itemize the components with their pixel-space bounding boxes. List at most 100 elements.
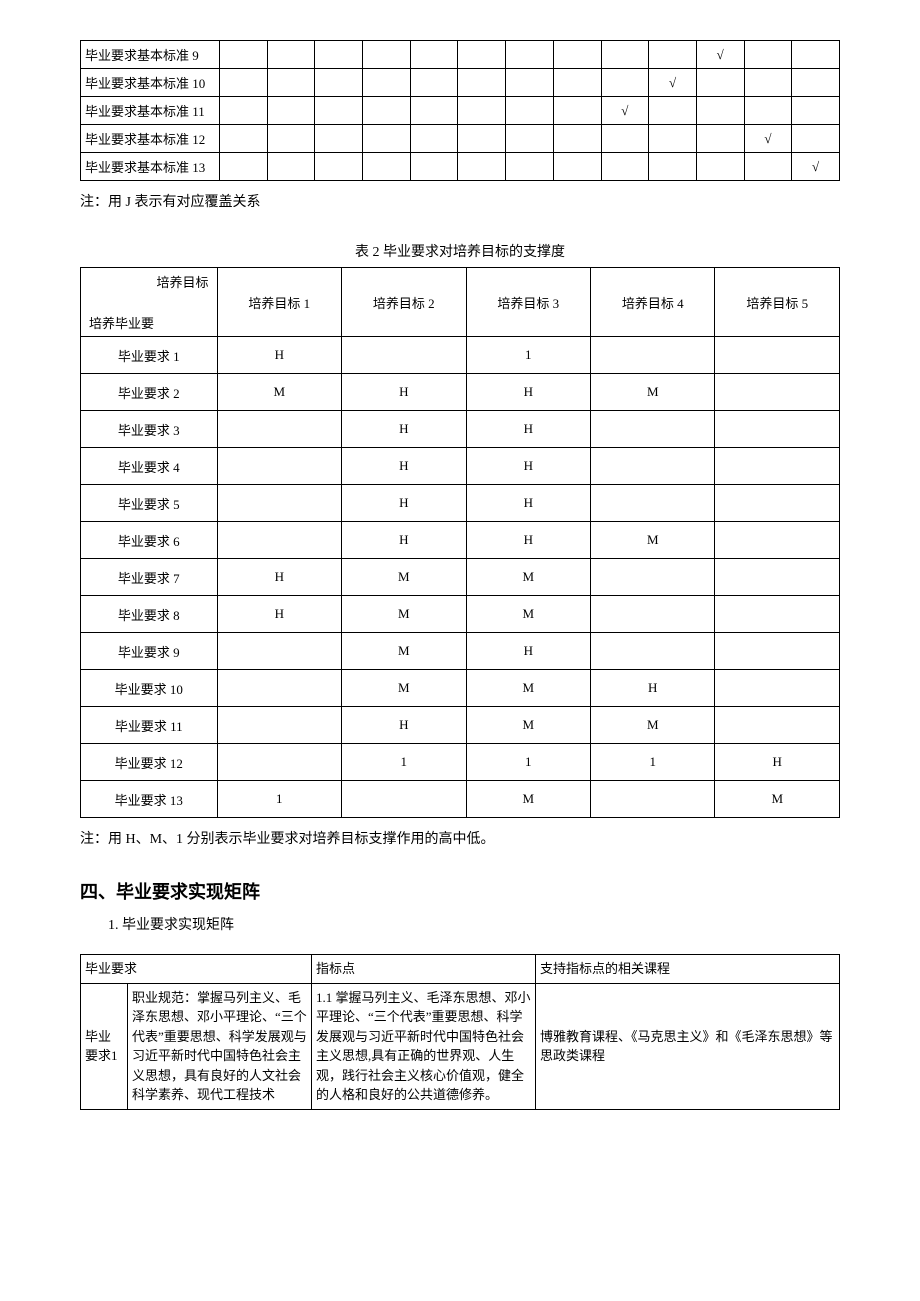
table2-cell: 1 [466,337,590,374]
table2-row-label: 毕业要求 9 [81,633,218,670]
table3-row-label: 毕业要求1 [81,983,128,1109]
table2-cell [591,485,715,522]
table1-cell [267,153,315,181]
table2-cell: H [217,596,341,633]
table1-cell [792,69,840,97]
table3-row-indicator: 1.1 掌握马列主义、毛泽东思想、邓小平理论、“三个代表”重要思想、科学发展观与… [312,983,536,1109]
table3-header: 毕业要求 [81,955,312,984]
table1-cell [744,69,792,97]
table2-cell [591,411,715,448]
table1-cell [410,125,458,153]
table3-row-desc: 职业规范：掌握马列主义、毛泽东思想、邓小平理论、“三个代表”重要思想、科学发展观… [128,983,312,1109]
table2-row-label: 毕业要求 1 [81,337,218,374]
table2-cell: M [466,559,590,596]
table2-cell: 1 [217,781,341,818]
table1-cell [506,97,554,125]
table2-cell [217,707,341,744]
table2-cell [217,411,341,448]
table2-row-label: 毕业要求 11 [81,707,218,744]
table1-cell [220,41,268,69]
support-degree-table: 培养目标 培养毕业要 培养目标 1 培养目标 2 培养目标 3 培养目标 4 培… [80,267,840,818]
table1-cell [410,69,458,97]
table1-cell: √ [744,125,792,153]
table1-cell [458,125,506,153]
table2-cell: M [591,374,715,411]
table2-cell: H [217,559,341,596]
table1-cell [792,125,840,153]
table1-cell [315,97,363,125]
table2-cell [715,559,840,596]
table2-cell: M [342,596,466,633]
note-coverage: 注：用 J 表示有对应覆盖关系 [80,191,840,211]
table1-cell: √ [649,69,697,97]
table2-header: 培养目标 2 [342,268,466,337]
table1-cell [649,97,697,125]
table1-row-label: 毕业要求基本标准 13 [81,153,220,181]
table1-cell [696,125,744,153]
table2-cell: H [466,633,590,670]
table2-cell [715,337,840,374]
table2-cell [591,596,715,633]
table2-cell [591,337,715,374]
table2-cell: H [342,411,466,448]
table1-cell [601,41,649,69]
table2-cell [715,633,840,670]
table2-cell [217,522,341,559]
table2-cell [715,485,840,522]
table2-cell: M [466,707,590,744]
table2-cell: H [715,744,840,781]
table2-header: 培养目标 4 [591,268,715,337]
table3-header: 指标点 [312,955,536,984]
table1-cell [506,41,554,69]
table2-row-label: 毕业要求 5 [81,485,218,522]
table1-cell [315,69,363,97]
table2-cell: M [466,670,590,707]
table1-cell [649,125,697,153]
table1-cell [267,125,315,153]
table2-row-label: 毕业要求 8 [81,596,218,633]
table1-cell [363,41,411,69]
table1-cell [649,41,697,69]
table2-cell: M [466,781,590,818]
table1-row-label: 毕业要求基本标准 10 [81,69,220,97]
table1-cell [744,41,792,69]
table1-cell [553,69,601,97]
table2-cell [715,448,840,485]
table1-cell [458,41,506,69]
note-support: 注：用 H、M、1 分别表示毕业要求对培养目标支撑作用的高中低。 [80,828,840,848]
table2-cell: H [466,522,590,559]
table1-cell: √ [792,153,840,181]
table2-cell [217,670,341,707]
table2-cell: H [466,374,590,411]
table2-cell: M [217,374,341,411]
section-4-heading: 四、毕业要求实现矩阵 [80,878,840,904]
table2-cell [217,448,341,485]
table2-row-label: 毕业要求 13 [81,781,218,818]
table1-cell [410,97,458,125]
table1-cell [315,125,363,153]
table1-row-label: 毕业要求基本标准 9 [81,41,220,69]
table1-cell [696,153,744,181]
realization-matrix-table: 毕业要求 指标点 支持指标点的相关课程 毕业要求1 职业规范：掌握马列主义、毛泽… [80,954,840,1110]
table2-cell: H [217,337,341,374]
table2-cell [715,596,840,633]
table1-cell [553,153,601,181]
table2-cell: H [466,448,590,485]
table2-cell: 1 [591,744,715,781]
table1-cell [601,125,649,153]
table2-cell [217,485,341,522]
table3-header: 支持指标点的相关课程 [536,955,840,984]
table2-cell: H [342,707,466,744]
table1-cell [601,69,649,97]
table1-cell [601,153,649,181]
table2-cell [217,744,341,781]
table1-cell: √ [601,97,649,125]
table1-cell [458,153,506,181]
table2-row-label: 毕业要求 3 [81,411,218,448]
table2-cell: M [591,707,715,744]
table2-cell: H [342,448,466,485]
table1-cell [649,153,697,181]
table2-cell: H [466,411,590,448]
table1-cell [553,125,601,153]
table2-corner-cell: 培养目标 培养毕业要 [81,268,218,337]
